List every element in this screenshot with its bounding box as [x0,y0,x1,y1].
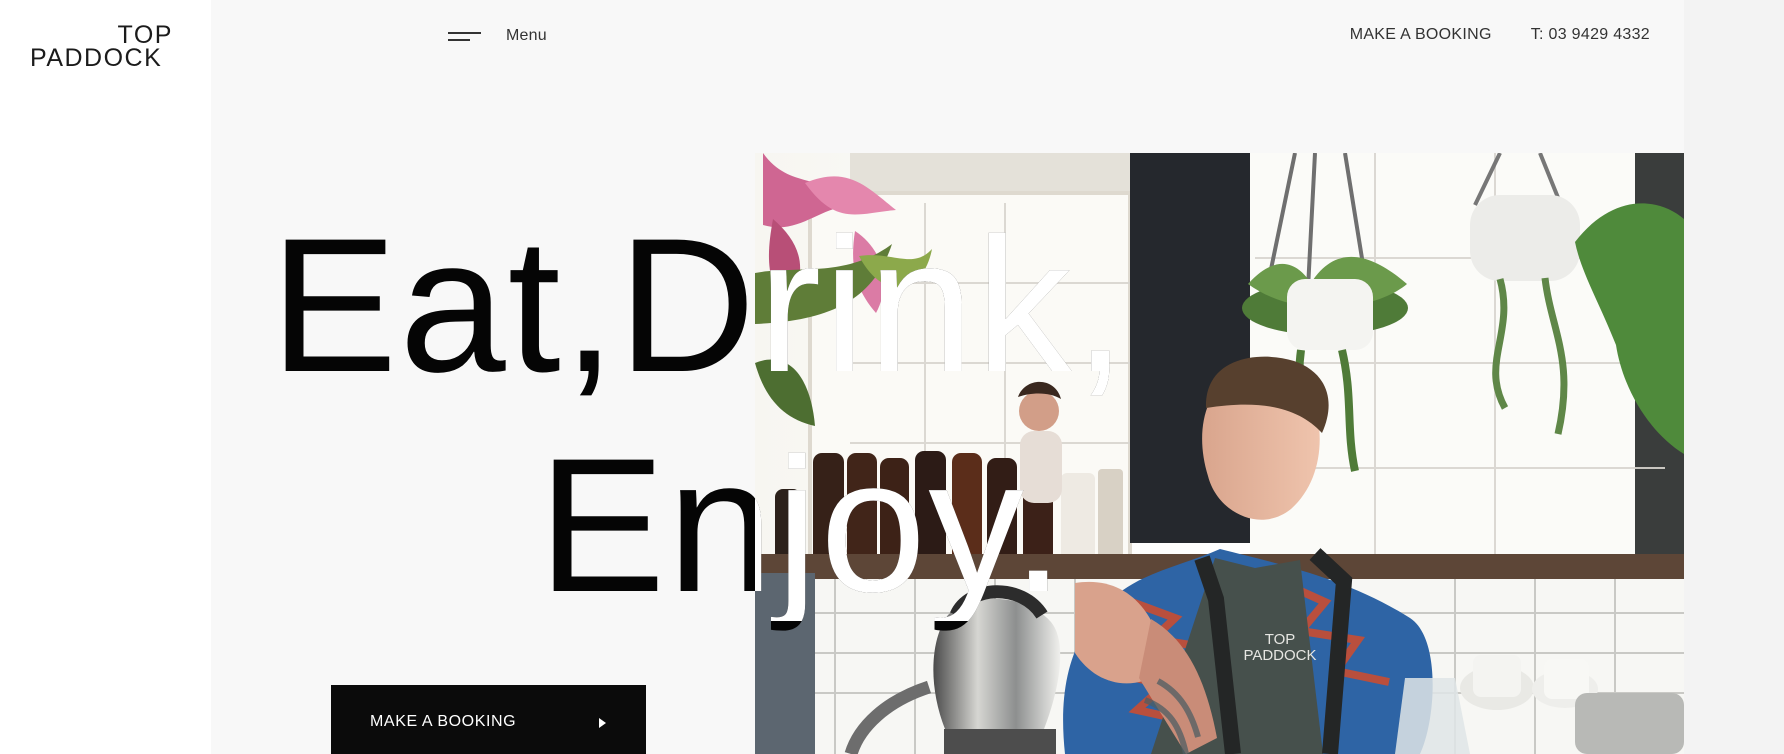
barista-photo-illustration: TOP PADDOCK [755,153,1684,754]
top-paddock-homepage: TOP PADDOCK Menu MAKE A BOOKING T: 03 94… [0,0,1784,754]
cafe-hero-image: TOP PADDOCK [755,153,1684,754]
logo-bottom-text: PADDOCK [30,44,163,72]
header-actions: MAKE A BOOKING T: 03 9429 4332 [1350,26,1650,44]
right-page-gutter [1684,0,1784,754]
top-paddock-logo[interactable]: TOP PADDOCK [30,23,175,72]
apron-logo-bottom: PADDOCK [1243,647,1316,664]
hero-booking-button-label: MAKE A BOOKING [370,713,517,730]
apron-logo-top: TOP [1265,631,1296,648]
header-make-booking-link[interactable]: MAKE A BOOKING [1350,26,1492,44]
hero-make-booking-button[interactable]: MAKE A BOOKING [331,685,646,754]
phone-number-link[interactable]: T: 03 9429 4332 [1531,26,1650,44]
background-barista [1018,381,1062,503]
left-sidebar: TOP PADDOCK [0,0,211,754]
left-blue-panel [755,573,815,754]
menu-toggle[interactable]: Menu [448,24,547,48]
play-arrow-icon [599,717,606,728]
menu-label: Menu [506,27,547,44]
hamburger-menu-icon [448,30,481,42]
